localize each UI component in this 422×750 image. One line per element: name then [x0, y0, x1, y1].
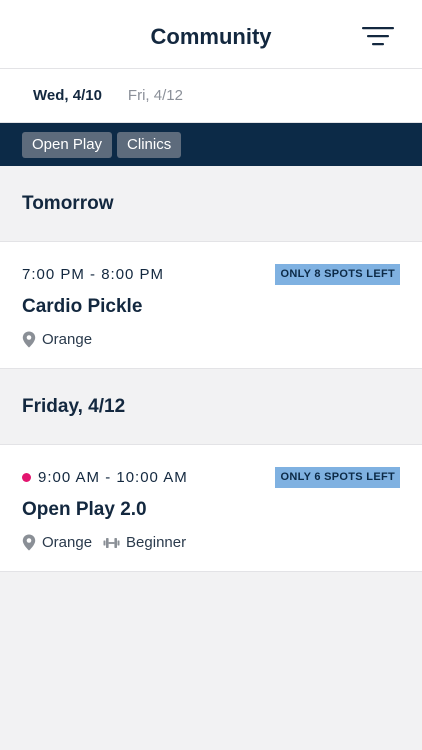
event-location: Orange — [22, 331, 92, 348]
live-dot-icon — [22, 473, 31, 482]
location-label: Orange — [42, 331, 93, 348]
section-heading-tomorrow: Tomorrow — [0, 166, 422, 242]
app-header: Community — [0, 0, 422, 69]
spots-left-badge: ONLY 6 SPOTS LEFT — [275, 467, 400, 488]
location-label: Orange — [42, 534, 93, 551]
tab-fri-4-12[interactable]: Fri, 4/12 — [128, 87, 183, 104]
tab-wed-4-10[interactable]: Wed, 4/10 — [33, 87, 102, 104]
event-time: 7:00 PM - 8:00 PM — [22, 266, 165, 283]
event-meta: Orange Beginner — [22, 534, 197, 551]
page-title: Community — [150, 24, 272, 49]
event-card-open-play[interactable]: 9:00 AM - 10:00 AM ONLY 6 SPOTS LEFT Ope… — [0, 445, 422, 572]
event-meta: Orange — [22, 331, 103, 348]
section-heading-friday: Friday, 4/12 — [0, 369, 422, 445]
dumbbell-icon — [103, 537, 120, 548]
category-filter-bar: Open Play Clinics — [0, 123, 422, 166]
chip-clinics[interactable]: Clinics — [117, 131, 182, 158]
filter-button[interactable] — [362, 25, 396, 47]
event-location: Orange — [22, 534, 92, 551]
location-pin-icon — [22, 534, 36, 551]
event-time-row: 7:00 PM - 8:00 PM — [22, 266, 164, 283]
date-tabs: Wed, 4/10 Fri, 4/12 — [0, 69, 422, 123]
event-level: Beginner — [103, 534, 186, 551]
spots-left-badge: ONLY 8 SPOTS LEFT — [275, 264, 400, 285]
filter-lines-icon — [362, 27, 394, 46]
event-title: Open Play 2.0 — [22, 499, 147, 520]
event-card-cardio-pickle[interactable]: 7:00 PM - 8:00 PM ONLY 8 SPOTS LEFT Card… — [0, 242, 422, 369]
event-time: 9:00 AM - 10:00 AM — [38, 469, 188, 486]
event-title: Cardio Pickle — [22, 296, 143, 317]
event-time-row: 9:00 AM - 10:00 AM — [22, 469, 188, 486]
location-pin-icon — [22, 331, 36, 348]
chip-open-play[interactable]: Open Play — [22, 131, 113, 158]
level-label: Beginner — [126, 534, 187, 551]
